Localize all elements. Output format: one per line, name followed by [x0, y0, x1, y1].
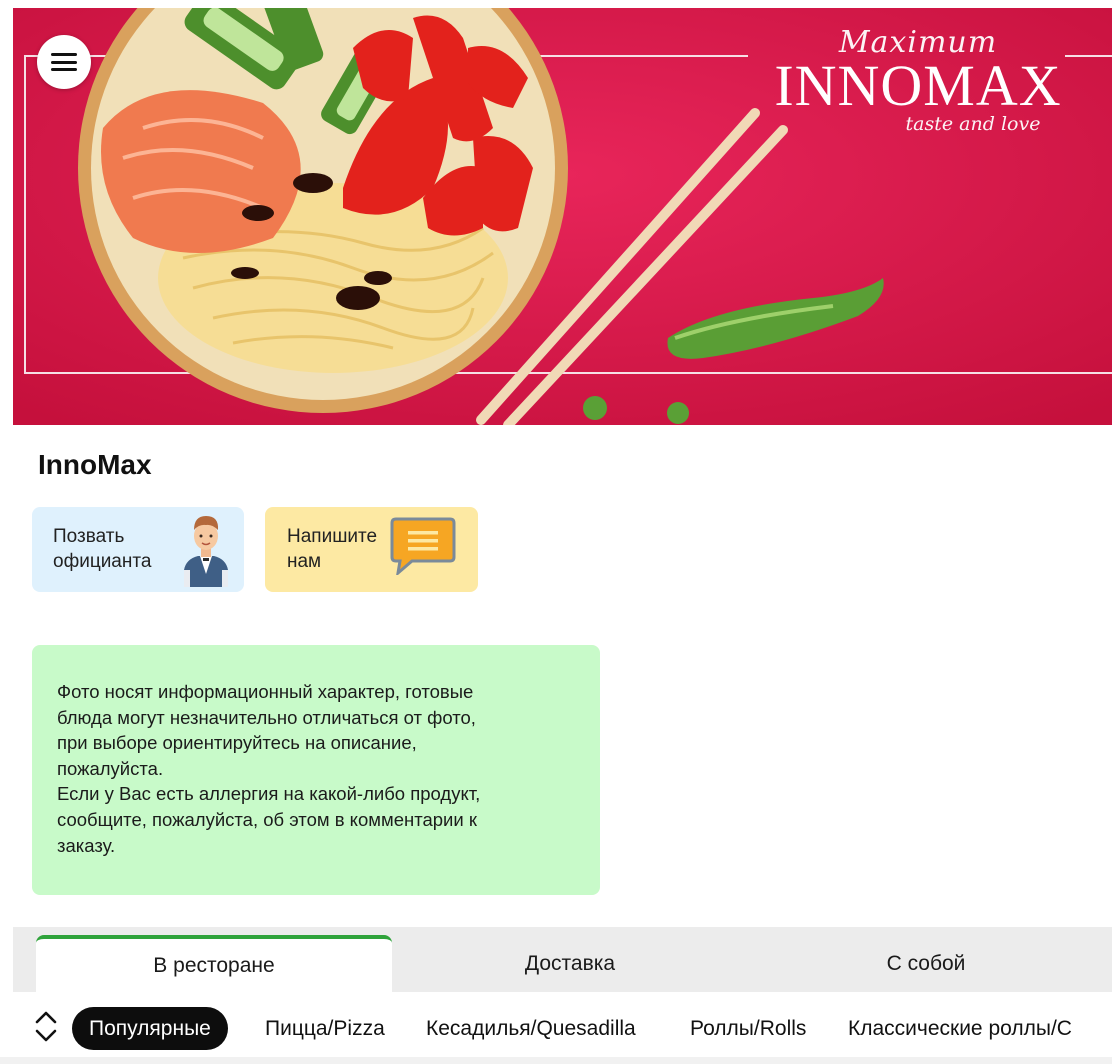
menu-button[interactable] [37, 35, 91, 89]
tab-in-restaurant[interactable]: В ресторане [36, 935, 392, 992]
tab-delivery[interactable]: Доставка [392, 935, 748, 992]
brand-script-top: Maximum [838, 25, 998, 60]
write-us-button[interactable]: Напишите нам [265, 507, 478, 592]
category-rolls[interactable]: Роллы/Rolls [690, 1007, 806, 1050]
waiter-icon [184, 516, 228, 587]
info-notice: Фото носят информационный характер, гото… [32, 645, 600, 895]
category-strip: Популярные Пицца/Pizza Кесадилья/Quesadi… [0, 992, 1112, 1064]
write-us-label: Напишите нам [287, 526, 378, 572]
place-title: InnoMax [38, 449, 152, 480]
call-waiter-button[interactable]: Позвать официанта [32, 507, 244, 592]
tab-takeaway[interactable]: С собой [748, 935, 1104, 992]
hamburger-menu-icon [51, 53, 77, 71]
notice-text: Фото носят информационный характер, гото… [57, 681, 481, 856]
call-waiter-label: Позвать официанта [53, 526, 152, 572]
brand-logo: Maximum INNOMAX taste and love [773, 28, 1063, 148]
brand-wordmark: INNOMAX [774, 53, 1062, 118]
expand-collapse-icon[interactable] [33, 1007, 59, 1045]
category-quesadilla[interactable]: Кесадилья/Quesadilla [426, 1007, 636, 1050]
chat-bubble-icon [390, 517, 456, 575]
category-popular[interactable]: Популярные [72, 1007, 228, 1050]
strip-divider [0, 1057, 1112, 1064]
order-type-tabs: В ресторане Доставка С собой [13, 927, 1112, 992]
brand-tagline: taste and love [905, 113, 1041, 135]
hero-banner: Maximum INNOMAX taste and love [13, 8, 1112, 425]
category-pizza[interactable]: Пицца/Pizza [265, 1007, 385, 1050]
category-classic-rolls[interactable]: Классические роллы/C [848, 1007, 1072, 1050]
